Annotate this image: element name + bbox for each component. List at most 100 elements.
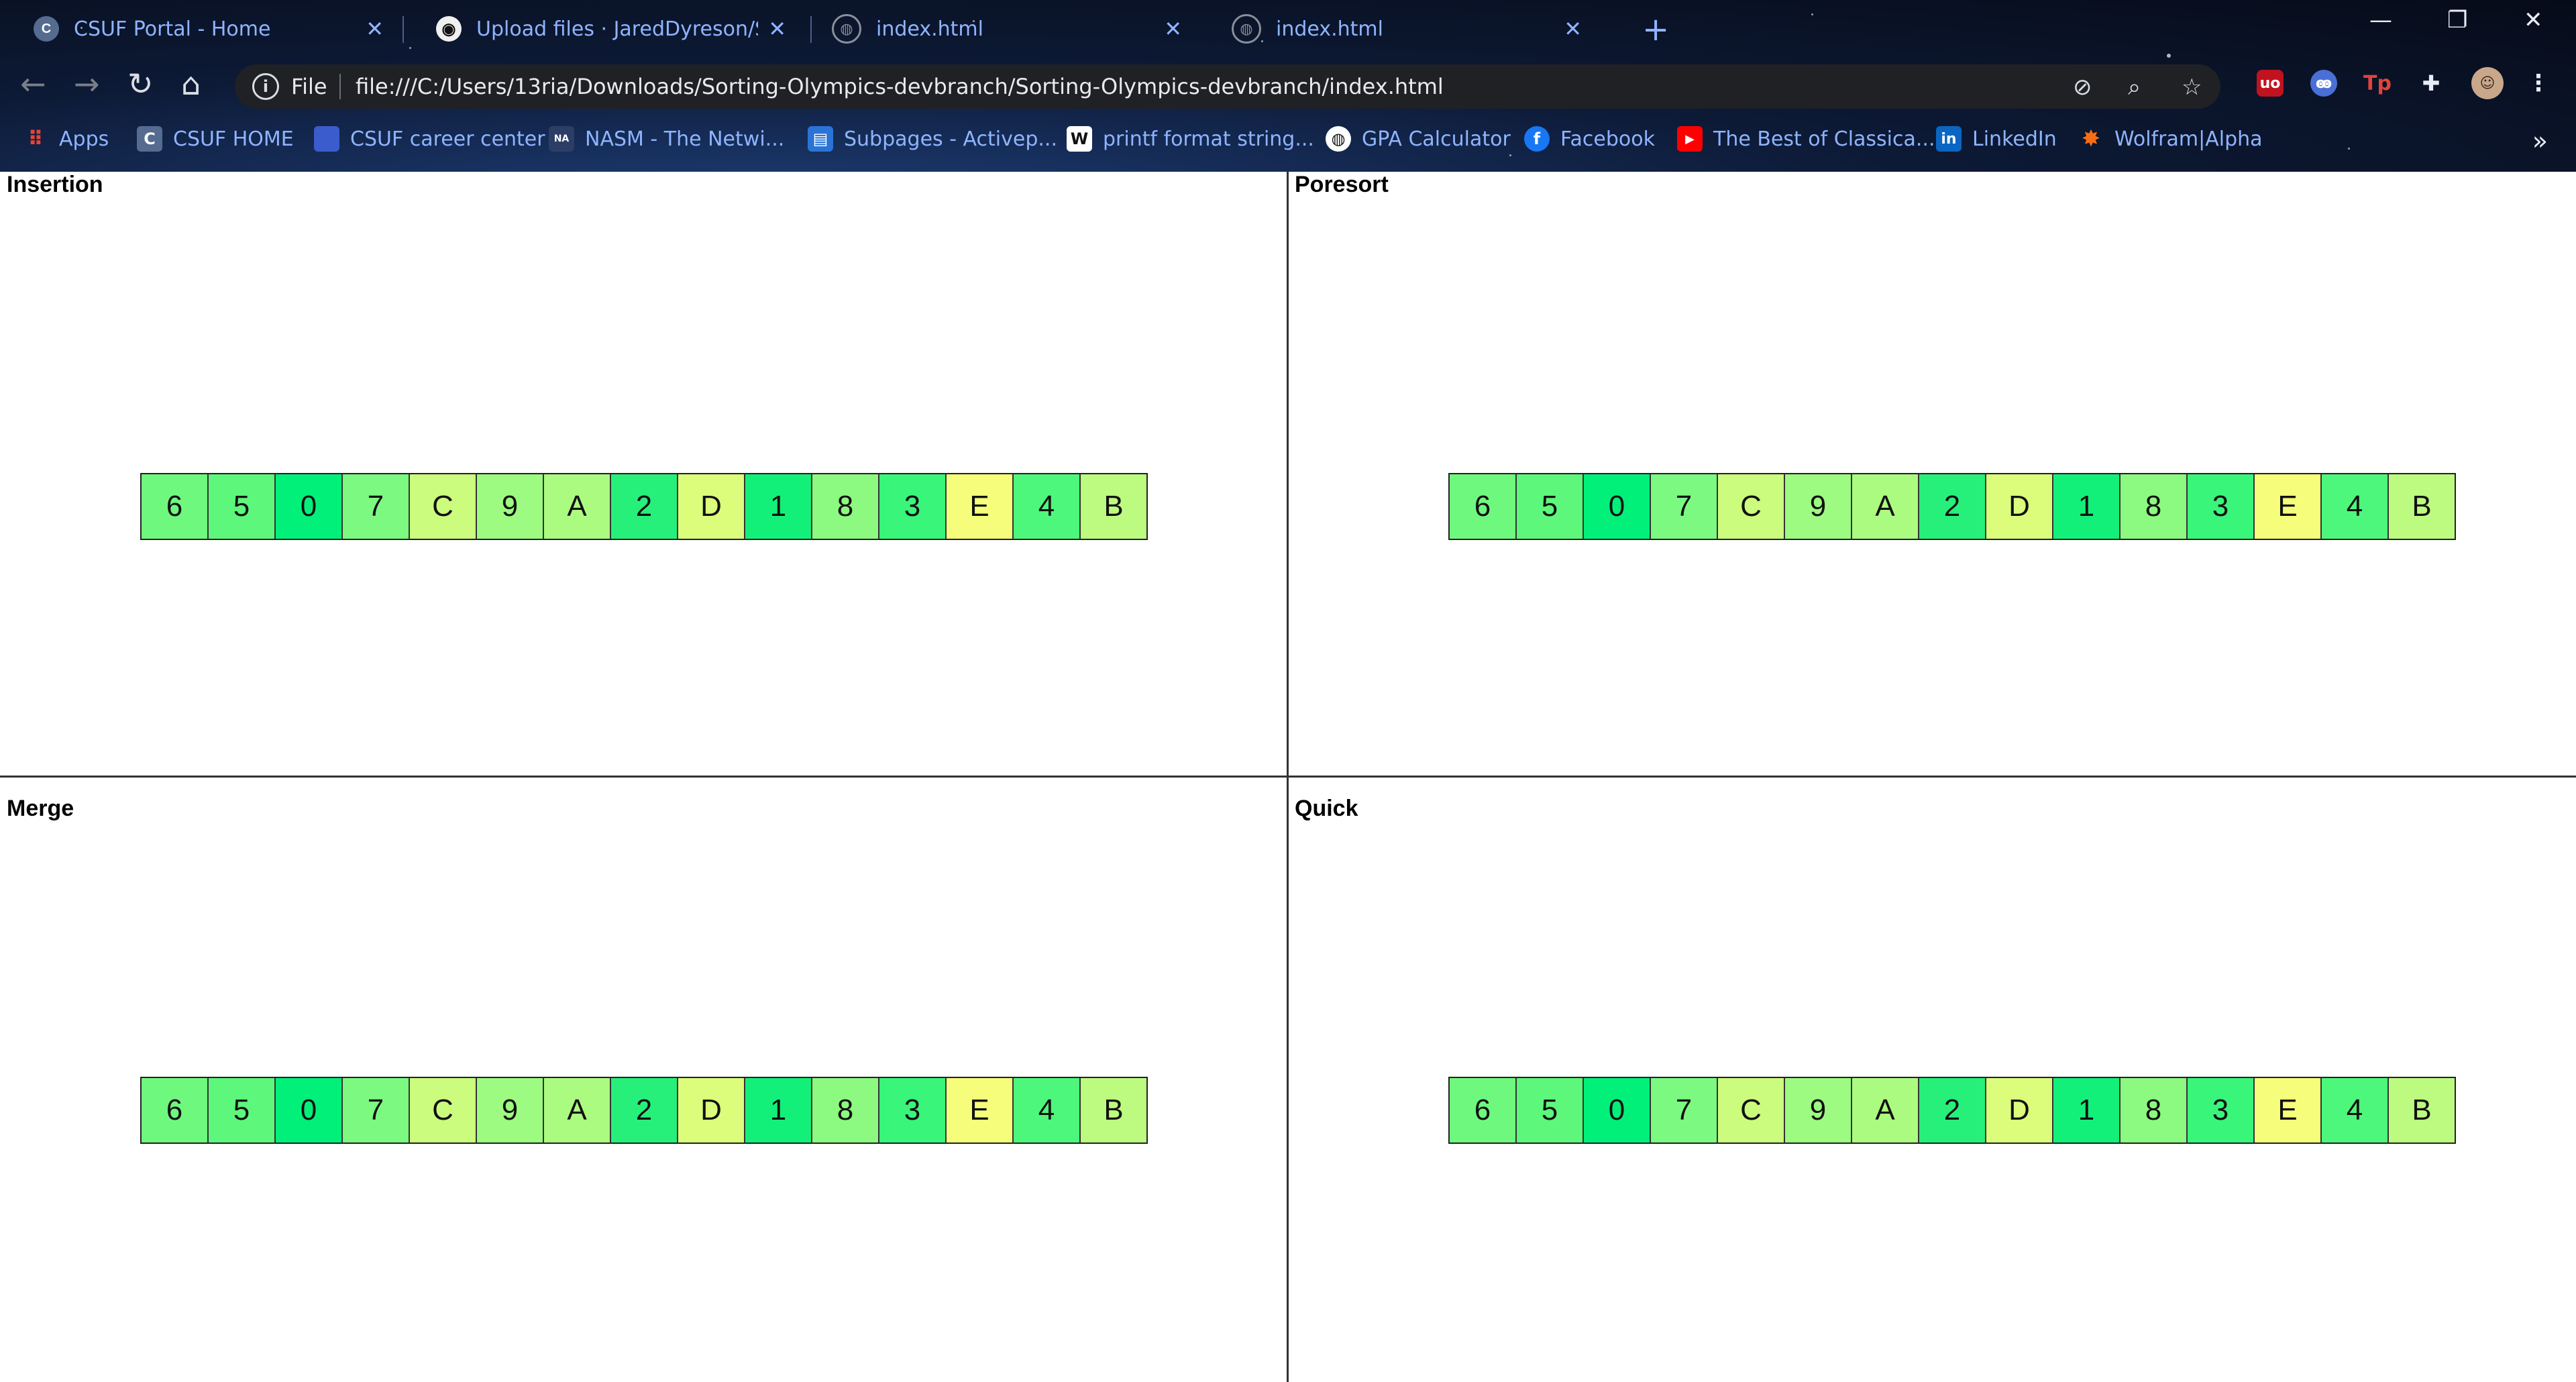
globe-icon: ◍ — [832, 14, 861, 44]
bookmark-star-icon[interactable]: ☆ — [2182, 74, 2202, 101]
array-cell: B — [2387, 1078, 2455, 1142]
back-arrow-icon[interactable]: ← — [20, 66, 46, 102]
extension-avatar-icon[interactable]: ꙭ — [2310, 70, 2337, 97]
bookmark-label: The Best of Classica... — [1713, 127, 1935, 151]
array-cell: E — [945, 474, 1012, 539]
array-cell: 5 — [1515, 474, 1582, 539]
nasm-icon: NA — [549, 126, 574, 152]
close-icon[interactable]: ✕ — [768, 16, 786, 42]
menu-kebab-icon[interactable]: ⋮ — [2525, 70, 2552, 97]
github-icon: ◉ — [436, 16, 462, 42]
bookmark-label: LinkedIn — [1972, 127, 2057, 151]
bookmark-csuf-home[interactable]: C CSUF HOME — [137, 126, 294, 152]
array-cell: 8 — [811, 1078, 878, 1142]
bookmark-label: Facebook — [1560, 127, 1655, 151]
cast-blocked-icon[interactable]: ⊘ — [2073, 74, 2092, 101]
tab-title: index.html — [876, 17, 983, 41]
array-cell: D — [677, 1078, 744, 1142]
array-cell: D — [1985, 1078, 2052, 1142]
address-bar[interactable]: i File file:///C:/Users/13ria/Downloads/… — [235, 64, 2220, 109]
close-icon[interactable]: ✕ — [366, 16, 384, 42]
bookmark-label: NASM - The Netwi... — [585, 127, 785, 151]
array-cell: 1 — [744, 474, 811, 539]
array-merge: 6507C9A2D183E4B — [140, 1077, 1148, 1144]
array-cell: 9 — [476, 1078, 543, 1142]
bookmarks-bar: ⠿ Apps C CSUF HOME CSUF career center NA… — [0, 114, 2576, 169]
array-cell: 7 — [1650, 1078, 1717, 1142]
bookmark-linkedin[interactable]: in LinkedIn — [1936, 126, 2057, 152]
globe-icon: ◍ — [1232, 14, 1261, 44]
restore-icon[interactable]: ❐ — [2447, 7, 2467, 34]
array-cell: 6 — [142, 1078, 207, 1142]
facebook-icon: f — [1524, 126, 1550, 152]
array-cell: 9 — [1784, 1078, 1851, 1142]
panel-title-insertion: Insertion — [7, 172, 103, 197]
tab-github-upload[interactable]: ◉ Upload files · JaredDyreson/Sorting ✕ — [402, 0, 798, 58]
array-cell: E — [945, 1078, 1012, 1142]
tab-csuf-portal[interactable]: C CSUF Portal - Home ✕ — [0, 0, 396, 58]
ublock-origin-icon[interactable]: uo — [2257, 70, 2284, 97]
bookmarks-overflow-button[interactable]: » — [2532, 126, 2548, 156]
csuf-icon: C — [137, 126, 162, 152]
array-cell: 1 — [744, 1078, 811, 1142]
array-cell: 5 — [207, 474, 274, 539]
array-cell: 7 — [341, 1078, 409, 1142]
tampermonkey-icon[interactable]: Tp — [2363, 70, 2392, 97]
array-cell: 3 — [878, 474, 945, 539]
tab-title: index.html — [1276, 17, 1383, 41]
array-cell: B — [1079, 474, 1146, 539]
tab-index-html-1[interactable]: ◍ index.html ✕ — [798, 0, 1194, 58]
tab-title: Upload files · JaredDyreson/Sorting — [476, 17, 758, 41]
tab-index-html-2[interactable]: ◍ index.html ✕ — [1198, 0, 1594, 58]
array-cell: 3 — [2186, 474, 2253, 539]
array-cell: 6 — [1450, 474, 1515, 539]
bookmark-wolframalpha[interactable]: ✸ Wolfram|Alpha — [2078, 125, 2263, 152]
zoom-icon[interactable]: ⌕ — [2128, 74, 2141, 101]
array-cell: A — [1851, 474, 1918, 539]
page-content: Insertion Poresort Merge Quick 6507C9A2D… — [0, 172, 2576, 1382]
array-cell: C — [409, 474, 476, 539]
array-cell: 0 — [1582, 474, 1650, 539]
bookmark-gpa-calculator[interactable]: ◍ GPA Calculator — [1326, 126, 1511, 152]
info-icon[interactable]: i — [252, 73, 279, 100]
array-cell: 4 — [1012, 474, 1079, 539]
array-cell: 8 — [2119, 1078, 2186, 1142]
profile-avatar-icon[interactable]: ☺ — [2471, 67, 2504, 99]
array-cell: 4 — [1012, 1078, 1079, 1142]
array-cell: 8 — [2119, 474, 2186, 539]
new-tab-button[interactable]: + — [1642, 11, 1669, 48]
array-cell: 4 — [2320, 1078, 2387, 1142]
window-close-icon[interactable]: ✕ — [2524, 7, 2543, 34]
bookmark-facebook[interactable]: f Facebook — [1524, 126, 1655, 152]
url-scheme-label: File — [291, 74, 327, 99]
wikipedia-icon: W — [1067, 126, 1092, 152]
bookmark-csuf-career-center[interactable]: CSUF career center — [314, 126, 545, 152]
linkedin-icon: in — [1936, 126, 1962, 152]
array-cell: 4 — [2320, 474, 2387, 539]
bookmark-label: Wolfram|Alpha — [2114, 127, 2263, 151]
forward-arrow-icon[interactable]: → — [74, 66, 100, 102]
array-cell: C — [409, 1078, 476, 1142]
array-cell: 6 — [1450, 1078, 1515, 1142]
bookmark-label: CSUF career center — [350, 127, 545, 151]
panel-title-poresort: Poresort — [1295, 172, 1389, 197]
close-icon[interactable]: ✕ — [1564, 16, 1582, 42]
close-icon[interactable]: ✕ — [1164, 16, 1182, 42]
bookmark-label: CSUF HOME — [173, 127, 294, 151]
bookmark-nasm[interactable]: NA NASM - The Netwi... — [549, 126, 784, 152]
url-text[interactable]: file:///C:/Users/13ria/Downloads/Sorting… — [356, 74, 1444, 99]
reload-icon[interactable]: ↻ — [127, 66, 154, 102]
bookmark-apps[interactable]: ⠿ Apps — [23, 126, 109, 152]
bookmark-subpages[interactable]: ▤ Subpages - Activep... — [808, 126, 1057, 152]
array-cell: A — [1851, 1078, 1918, 1142]
bookmark-printf[interactable]: W printf format string... — [1067, 126, 1314, 152]
home-icon[interactable]: ⌂ — [181, 66, 201, 102]
array-cell: 0 — [274, 474, 341, 539]
apps-grid-icon: ⠿ — [28, 127, 44, 151]
array-cell: 3 — [878, 1078, 945, 1142]
tab-title: CSUF Portal - Home — [74, 17, 271, 41]
minimize-icon[interactable]: — — [2369, 7, 2392, 34]
bookmark-label: Subpages - Activep... — [844, 127, 1058, 151]
bookmark-classical-music[interactable]: ▶ The Best of Classica... — [1677, 126, 1935, 152]
extensions-puzzle-icon[interactable]: ✚ — [2418, 70, 2445, 97]
